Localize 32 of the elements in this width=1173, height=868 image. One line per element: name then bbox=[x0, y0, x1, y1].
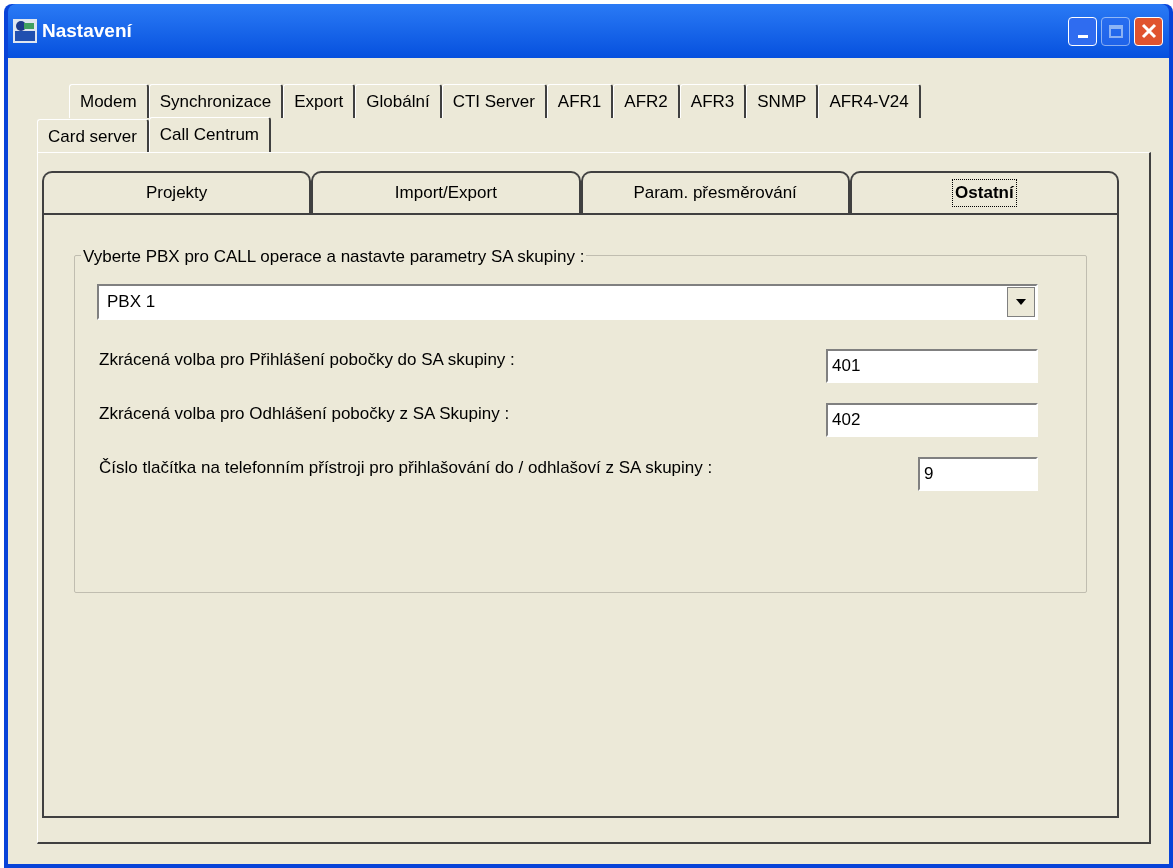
tab[interactable]: AFR4-V24 bbox=[818, 84, 921, 118]
tab[interactable]: Globální bbox=[355, 84, 442, 118]
pbx-dropdown[interactable]: PBX 1 bbox=[97, 284, 1038, 320]
text-field[interactable]: 401 bbox=[826, 349, 1038, 383]
minimize-icon bbox=[1077, 34, 1088, 38]
field-label: Zkrácená volba pro Odhlášení pobočky z SA Skupiny : bbox=[98, 403, 511, 426]
minimize-button[interactable] bbox=[1068, 16, 1097, 46]
tab[interactable]: Export bbox=[283, 84, 356, 118]
tab[interactable]: Ostatní bbox=[849, 171, 1119, 213]
tab[interactable]: AFR1 bbox=[546, 84, 614, 118]
text-field[interactable]: 402 bbox=[826, 403, 1038, 437]
close-icon bbox=[1140, 23, 1157, 39]
tab[interactable]: Modem bbox=[69, 84, 149, 118]
window-title: Nastavení bbox=[42, 18, 132, 43]
tab[interactable]: Card server bbox=[37, 119, 149, 153]
text-field[interactable]: 9 bbox=[918, 457, 1038, 491]
triangle-icon bbox=[1016, 299, 1026, 305]
tab[interactable]: SNMP bbox=[746, 84, 819, 118]
maximize-icon bbox=[1108, 24, 1123, 38]
dropdown-value: PBX 1 bbox=[106, 291, 157, 314]
tab[interactable]: Param. přesměrování bbox=[580, 171, 850, 213]
field-label: Zkrácená volba pro Přihlášení pobočky do SA skupiny : bbox=[98, 349, 516, 372]
tab[interactable]: AFR3 bbox=[679, 84, 747, 118]
tab[interactable]: Call Centrum bbox=[148, 117, 271, 153]
tab[interactable]: Synchronizace bbox=[148, 84, 284, 118]
tab[interactable]: AFR2 bbox=[613, 84, 680, 118]
tab[interactable]: Import/Export bbox=[311, 171, 581, 213]
app-icon bbox=[12, 18, 38, 44]
tab[interactable]: Projekty bbox=[42, 171, 312, 213]
tab[interactable]: CTI Server bbox=[441, 84, 547, 118]
field-label: Číslo tlačítka na telefonním přístroji pro přihlašování do / odhlašoví z SA skupiny : bbox=[98, 457, 714, 480]
close-button[interactable] bbox=[1134, 16, 1163, 46]
